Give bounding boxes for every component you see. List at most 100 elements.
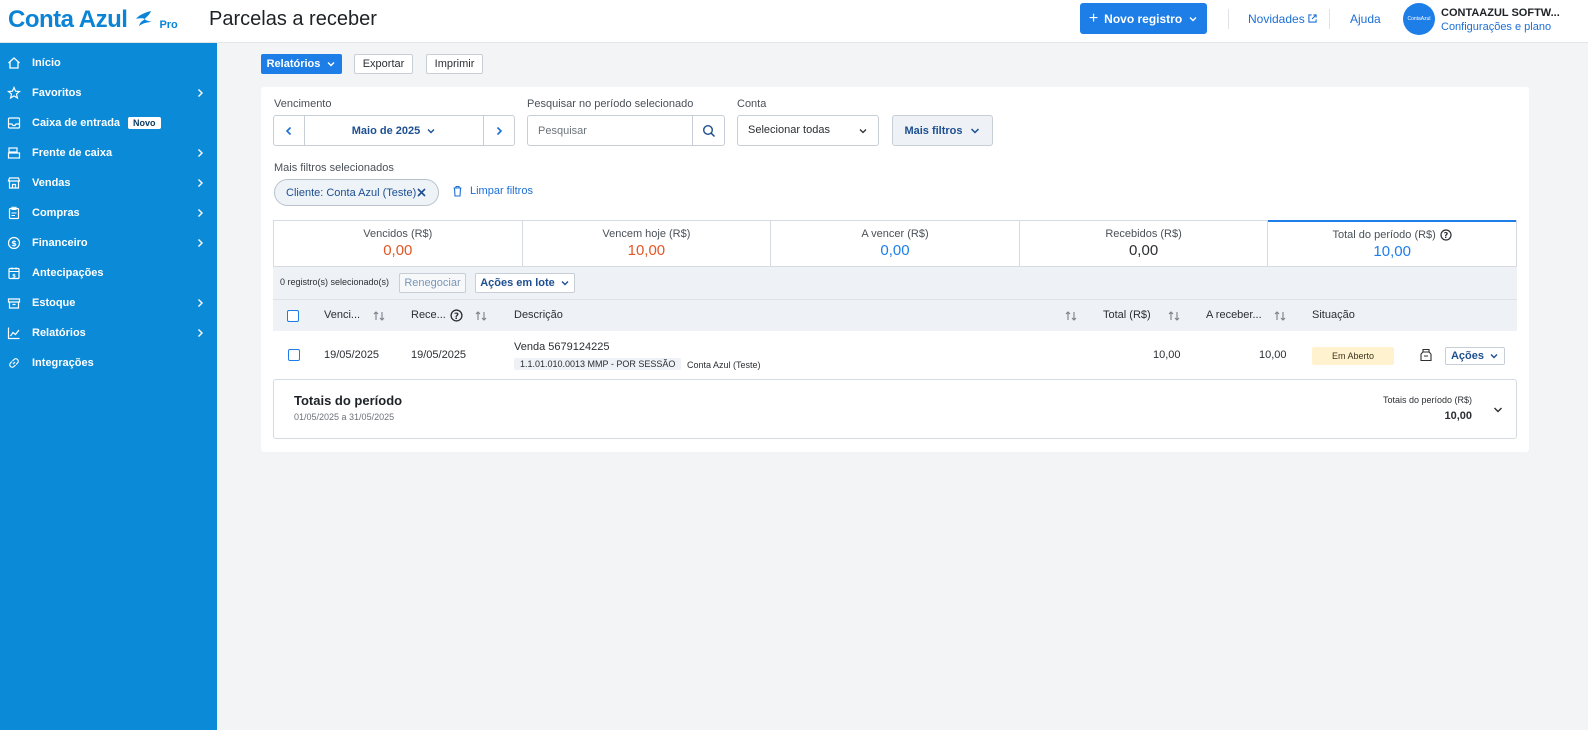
sort-icon[interactable] (1064, 309, 1078, 323)
mais-filtros-button[interactable]: Mais filtros (892, 115, 993, 146)
total-value: 0,00 (383, 242, 413, 259)
logo-pro-badge: Pro (159, 19, 178, 31)
sidebar-item-relatorios[interactable]: Relatórios (0, 318, 217, 348)
vencimento-label: Vencimento (274, 98, 332, 110)
period-range: 01/05/2025 a 31/05/2025 (294, 412, 395, 422)
help-icon[interactable]: ? (1440, 228, 1452, 241)
cell-a-receber: 10,00 (1259, 349, 1287, 361)
period-totals: Totais do período 01/05/2025 a 31/05/202… (273, 379, 1517, 439)
previous-period-button[interactable] (274, 116, 305, 145)
filter-chip-cliente[interactable]: Cliente: Conta Azul (Teste) (274, 179, 439, 206)
col-descricao[interactable]: Descrição (514, 309, 563, 321)
chevron-right-icon (198, 89, 203, 97)
new-record-button[interactable]: + Novo registro (1080, 3, 1207, 34)
period-totals-label: Totais do período (R$) (1382, 395, 1472, 405)
total-label: Vencem hoje (R$) (602, 228, 691, 240)
search-button[interactable] (692, 116, 724, 145)
chevron-down-icon (859, 129, 867, 134)
chevron-down-icon (427, 128, 435, 133)
col-recebimento[interactable]: Rece... (411, 309, 446, 321)
total-value: 0,00 (880, 242, 910, 259)
sidebar-item-inicio[interactable]: Início (0, 48, 217, 78)
mais-filtros-label: Mais filtros (904, 124, 963, 137)
col-situacao: Situação (1312, 309, 1355, 321)
conta-select[interactable]: Selecionar todas (737, 115, 879, 146)
period-totals-value: 10,00 (1444, 410, 1472, 422)
plus-icon: + (1088, 9, 1099, 27)
sidebar-item-financeiro[interactable]: $ Financeiro (0, 228, 217, 258)
total-label: Total do período (R$) (1332, 228, 1436, 241)
col-total[interactable]: Total (R$) (1103, 309, 1151, 321)
row-checkbox[interactable] (288, 349, 300, 361)
conta-label: Conta (737, 98, 767, 110)
chevron-right-icon (198, 149, 203, 157)
sort-icon[interactable] (1273, 309, 1287, 323)
trash-icon (453, 185, 462, 197)
row-actions-button[interactable]: Ações (1445, 347, 1505, 365)
renegociar-button[interactable]: Renegociar (399, 273, 466, 293)
sidebar-item-compras[interactable]: Compras (0, 198, 217, 228)
sidebar-item-favoritos[interactable]: Favoritos (0, 78, 217, 108)
sidebar: Início Favoritos Caixa de entrada Novo F… (0, 43, 217, 730)
total-vencem-hoje[interactable]: Vencem hoje (R$) 10,00 (523, 221, 772, 266)
exportar-button[interactable]: Exportar (354, 54, 413, 74)
sort-icon[interactable] (1167, 309, 1181, 323)
receipt-icon[interactable] (1419, 348, 1433, 362)
logo[interactable]: Conta Azul Pro (8, 6, 178, 34)
logo-text: Conta Azul (8, 6, 128, 33)
help-icon[interactable]: ? (450, 309, 463, 322)
sidebar-item-frente-caixa[interactable]: Frente de caixa (0, 138, 217, 168)
star-icon (7, 86, 21, 100)
period-dropdown[interactable]: Maio de 2025 (305, 116, 483, 145)
cell-vencimento: 19/05/2025 (324, 349, 380, 361)
chevron-down-icon[interactable] (1492, 404, 1504, 416)
select-all-checkbox[interactable] (287, 310, 299, 322)
company-name[interactable]: CONTAAZUL SOFTW... (1441, 7, 1560, 19)
total-value: 10,00 (627, 242, 666, 259)
imprimir-button[interactable]: Imprimir (426, 54, 483, 74)
sort-icon[interactable] (474, 309, 488, 323)
chevron-right-icon (198, 299, 203, 307)
close-icon[interactable] (416, 187, 427, 198)
total-vencidos[interactable]: Vencidos (R$) 0,00 (274, 221, 523, 266)
relatorios-button[interactable]: Relatórios (261, 54, 342, 74)
table-toolbar: 0 registro(s) selecionado(s) Renegociar … (273, 267, 1517, 299)
novidades-link[interactable]: Novidades (1248, 12, 1317, 26)
chevron-right-icon (496, 126, 503, 135)
total-value: 0,00 (1128, 242, 1159, 259)
novidades-label: Novidades (1248, 12, 1305, 26)
search-label: Pesquisar no período selecionado (527, 98, 694, 110)
sidebar-item-label: Frente de caixa (32, 147, 113, 159)
selected-count: 0 registro(s) selecionado(s) (280, 277, 390, 287)
sidebar-item-vendas[interactable]: Vendas (0, 168, 217, 198)
cell-descricao[interactable]: Venda 5679124225 (514, 341, 609, 353)
avatar[interactable]: ContaAzul (1403, 3, 1435, 35)
col-a-receber[interactable]: A receber... (1206, 309, 1262, 321)
ajuda-link[interactable]: Ajuda (1350, 12, 1381, 26)
settings-plan-link[interactable]: Configurações e plano (1441, 21, 1551, 33)
store-icon (7, 177, 21, 189)
sidebar-item-integracoes[interactable]: Integrações (0, 348, 217, 378)
sidebar-item-caixa-entrada[interactable]: Caixa de entrada Novo (0, 108, 217, 138)
sidebar-item-estoque[interactable]: Estoque (0, 288, 217, 318)
sort-icon[interactable] (372, 309, 386, 323)
table-row[interactable]: 19/05/2025 19/05/2025 Venda 5679124225 1… (273, 331, 1517, 379)
svg-text:?: ? (454, 312, 459, 322)
search-field (527, 115, 725, 146)
cell-total: 10,00 (1153, 349, 1181, 361)
total-a-vencer[interactable]: A vencer (R$) 0,00 (771, 221, 1020, 266)
sidebar-item-label: Financeiro (32, 237, 88, 249)
cell-cliente: Conta Azul (Teste) (687, 360, 761, 370)
sidebar-item-antecipacoes[interactable]: $ Antecipações (0, 258, 217, 288)
search-input[interactable] (528, 116, 693, 145)
total-periodo[interactable]: Total do período (R$) ? 10,00 (1268, 220, 1516, 266)
total-label: A vencer (R$) (861, 228, 929, 240)
dollar-icon: $ (7, 236, 21, 250)
next-period-button[interactable] (483, 116, 514, 145)
total-recebidos[interactable]: Recebidos (R$) 0,00 (1020, 221, 1269, 266)
limpar-filtros-link[interactable]: Limpar filtros (452, 185, 533, 197)
header-divider (1329, 9, 1330, 29)
col-vencimento[interactable]: Venci... (324, 309, 360, 321)
chevron-right-icon (198, 209, 203, 217)
acoes-em-lote-button[interactable]: Ações em lote (475, 273, 575, 293)
